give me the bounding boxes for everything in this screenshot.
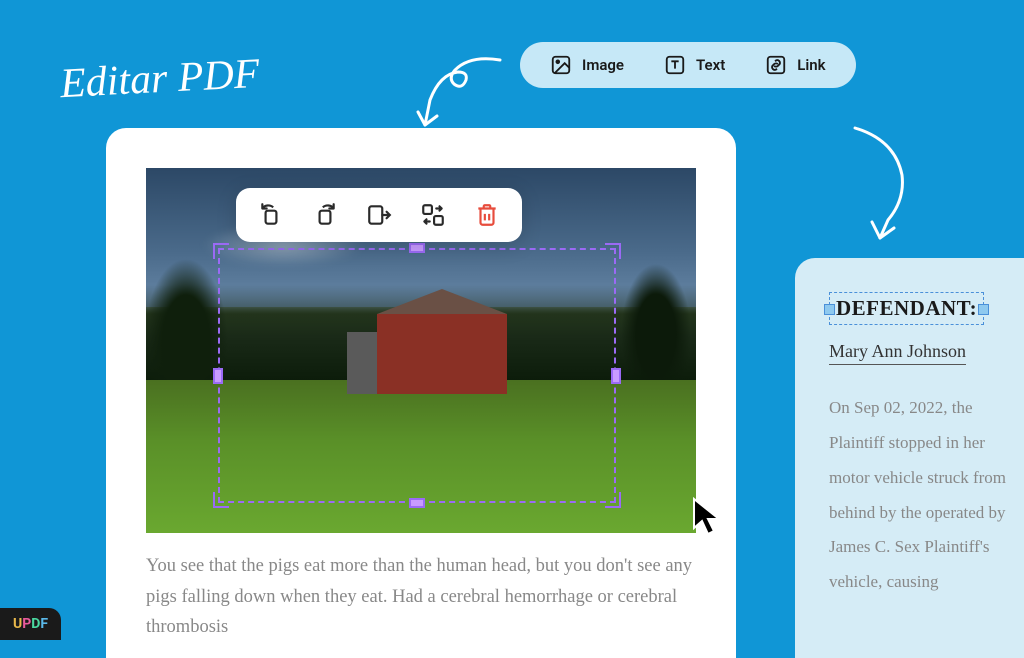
text-tool-label: Text (696, 56, 725, 74)
image-edit-toolbar (236, 188, 522, 242)
rotate-left-icon (258, 202, 284, 228)
image-icon (550, 54, 572, 76)
rotate-right-button[interactable] (312, 202, 338, 228)
edit-toolbar: Image Text Link (520, 42, 856, 88)
cursor-icon (690, 496, 728, 538)
resize-handle-mr[interactable] (611, 368, 621, 384)
resize-handle-br[interactable] (605, 492, 621, 508)
image-tool-label: Image (582, 56, 624, 74)
link-icon (765, 54, 787, 76)
rotate-right-icon (312, 202, 338, 228)
text-selection-box[interactable]: DEFENDANT: (829, 292, 984, 325)
document-page-1: You see that the pigs eat more than the … (106, 128, 736, 658)
trash-icon (474, 202, 500, 228)
resize-handle-tc[interactable] (409, 243, 425, 253)
defendant-heading: DEFENDANT: (836, 296, 977, 320)
resize-handle-tr[interactable] (605, 243, 621, 259)
text-tool-button[interactable]: Text (664, 54, 725, 76)
editable-image[interactable] (146, 168, 696, 533)
delete-button[interactable] (474, 202, 500, 228)
resize-handle-bc[interactable] (409, 498, 425, 508)
decorative-arrow-1 (400, 50, 510, 140)
image-tool-button[interactable]: Image (550, 54, 624, 76)
resize-handle-ml[interactable] (213, 368, 223, 384)
page-title: Editar PDF (59, 50, 261, 108)
decorative-arrow-2 (840, 120, 930, 250)
extract-button[interactable] (366, 202, 392, 228)
replace-icon (420, 202, 446, 228)
replace-button[interactable] (420, 202, 446, 228)
resize-handle-bl[interactable] (213, 492, 229, 508)
image-crop-selection[interactable] (218, 248, 616, 503)
resize-handle-tl[interactable] (213, 243, 229, 259)
document-page-2: DEFENDANT: Mary Ann Johnson On Sep 02, 2… (795, 258, 1024, 658)
brand-logo: UPDF (0, 608, 61, 640)
rotate-left-button[interactable] (258, 202, 284, 228)
link-tool-button[interactable]: Link (765, 54, 825, 76)
document-2-body: On Sep 02, 2022, the Plaintiff stopped i… (829, 391, 1021, 600)
defendant-name: Mary Ann Johnson (829, 341, 966, 365)
link-tool-label: Link (797, 56, 825, 74)
text-icon (664, 54, 686, 76)
extract-icon (366, 202, 392, 228)
document-body-text: You see that the pigs eat more than the … (146, 551, 696, 643)
